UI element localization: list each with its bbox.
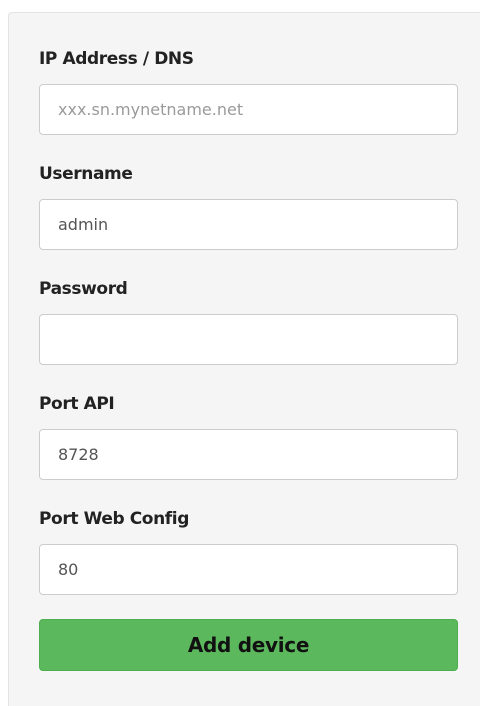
port-web-config-input[interactable] — [39, 544, 458, 595]
port-api-label: Port API — [39, 394, 115, 414]
port-web-config-group: Port Web Config — [39, 508, 458, 595]
ip-address-label: IP Address / DNS — [39, 49, 194, 69]
ip-address-group: IP Address / DNS — [39, 48, 458, 135]
port-web-config-label: Port Web Config — [39, 509, 189, 529]
password-label: Password — [39, 279, 128, 299]
password-input[interactable] — [39, 314, 458, 365]
password-group: Password — [39, 278, 458, 365]
username-label: Username — [39, 164, 133, 184]
username-group: Username — [39, 163, 458, 250]
ip-address-input[interactable] — [39, 84, 458, 135]
port-api-group: Port API — [39, 393, 458, 480]
username-input[interactable] — [39, 199, 458, 250]
add-device-button[interactable]: Add device — [39, 619, 458, 671]
add-device-form: IP Address / DNS Username Password Port … — [8, 12, 480, 706]
port-api-input[interactable] — [39, 429, 458, 480]
